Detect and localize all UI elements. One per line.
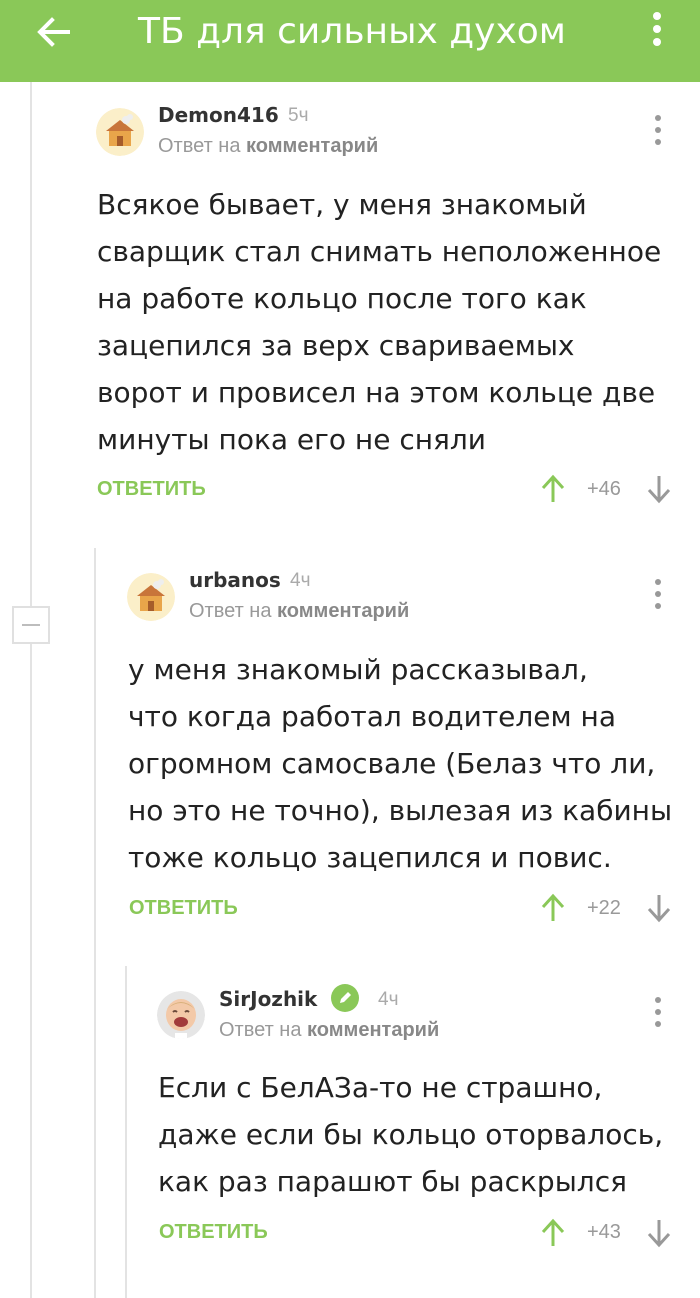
baby-avatar-icon bbox=[157, 991, 205, 1039]
comment-text: Если с БелАЗа-то не страшно, даже если б… bbox=[158, 1064, 663, 1205]
avatar[interactable] bbox=[127, 573, 175, 621]
arrow-left-icon[interactable] bbox=[34, 12, 74, 52]
reply-to-prefix: Ответ на bbox=[189, 600, 272, 622]
comment-menu-icon[interactable] bbox=[651, 996, 665, 1030]
avatar[interactable] bbox=[157, 991, 205, 1039]
reply-to-link[interactable]: комментарий bbox=[307, 1019, 439, 1041]
comment-line: у меня знакомый рассказывал, bbox=[128, 653, 588, 686]
comment-line: даже если бы кольцо оторвалось, bbox=[158, 1118, 664, 1151]
house-avatar-icon bbox=[127, 573, 175, 621]
comment-menu-icon[interactable] bbox=[651, 114, 665, 148]
comment-text: Всякое бывает, у меня знакомый сварщик с… bbox=[97, 181, 661, 463]
upvote-icon[interactable] bbox=[540, 474, 566, 504]
comment-line: сварщик стал снимать неположенное bbox=[97, 235, 662, 268]
thread-line bbox=[125, 966, 127, 1298]
comment-line: что когда работал водителем на bbox=[128, 700, 616, 733]
downvote-icon[interactable] bbox=[646, 1218, 672, 1248]
verified-badge-icon bbox=[331, 984, 359, 1012]
reply-to-prefix: Ответ на bbox=[219, 1019, 302, 1041]
thread-line bbox=[94, 548, 96, 1298]
reply-button[interactable]: ОТВЕТИТЬ bbox=[159, 1221, 268, 1244]
comment-text: у меня знакомый рассказывал, что когда р… bbox=[128, 646, 672, 881]
comment-line: минуты пока его не сняли bbox=[97, 423, 486, 456]
comment-time: 4ч bbox=[378, 989, 399, 1010]
reply-to-link[interactable]: комментарий bbox=[277, 600, 409, 622]
upvote-icon[interactable] bbox=[540, 1218, 566, 1248]
comment-menu-icon[interactable] bbox=[651, 578, 665, 612]
downvote-icon[interactable] bbox=[646, 474, 672, 504]
top-app-bar: ТБ для сильных духом bbox=[0, 0, 700, 82]
reply-to-link[interactable]: комментарий bbox=[246, 135, 378, 157]
comment-time: 4ч bbox=[290, 570, 311, 591]
upvote-icon[interactable] bbox=[540, 893, 566, 923]
comment-line: ворот и провисел на этом кольце две bbox=[97, 376, 656, 409]
reply-to-label: Ответ на комментарий bbox=[158, 135, 378, 158]
more-vertical-icon[interactable] bbox=[644, 10, 670, 50]
downvote-icon[interactable] bbox=[646, 893, 672, 923]
reply-to-label: Ответ на комментарий bbox=[219, 1019, 439, 1042]
comment-author[interactable]: Demon416 bbox=[158, 103, 279, 127]
comment-line: Если с БелАЗа-то не страшно, bbox=[158, 1071, 603, 1104]
comment-author[interactable]: SirJozhik bbox=[219, 987, 317, 1011]
comment-line: но это не точно), вылезая из кабины bbox=[128, 794, 673, 827]
reply-to-prefix: Ответ на bbox=[158, 135, 241, 157]
comment-line: Всякое бывает, у меня знакомый bbox=[97, 188, 587, 221]
comment-line: на работе кольцо после того как bbox=[97, 282, 587, 315]
comment-time: 5ч bbox=[288, 105, 309, 126]
rating-count: +46 bbox=[587, 478, 621, 500]
thread-line bbox=[30, 82, 32, 1298]
house-avatar-icon bbox=[96, 108, 144, 156]
avatar[interactable] bbox=[96, 108, 144, 156]
comment-author[interactable]: urbanos bbox=[189, 568, 281, 592]
comment-line: зацепился за верх свариваемых bbox=[97, 329, 575, 362]
comment-line: огромном самосвале (Белаз что ли, bbox=[128, 747, 656, 780]
rating-count: +22 bbox=[587, 897, 621, 919]
reply-to-label: Ответ на комментарий bbox=[189, 600, 409, 623]
reply-button[interactable]: ОТВЕТИТЬ bbox=[129, 897, 238, 920]
rating-count: +43 bbox=[587, 1221, 621, 1243]
comment-line: как раз парашют бы раскрылся bbox=[158, 1165, 627, 1198]
reply-button[interactable]: ОТВЕТИТЬ bbox=[97, 478, 206, 501]
comment-line: тоже кольцо зацепился и повис. bbox=[128, 841, 612, 874]
page-title: ТБ для сильных духом bbox=[138, 11, 566, 52]
collapse-thread-button[interactable] bbox=[12, 606, 50, 644]
